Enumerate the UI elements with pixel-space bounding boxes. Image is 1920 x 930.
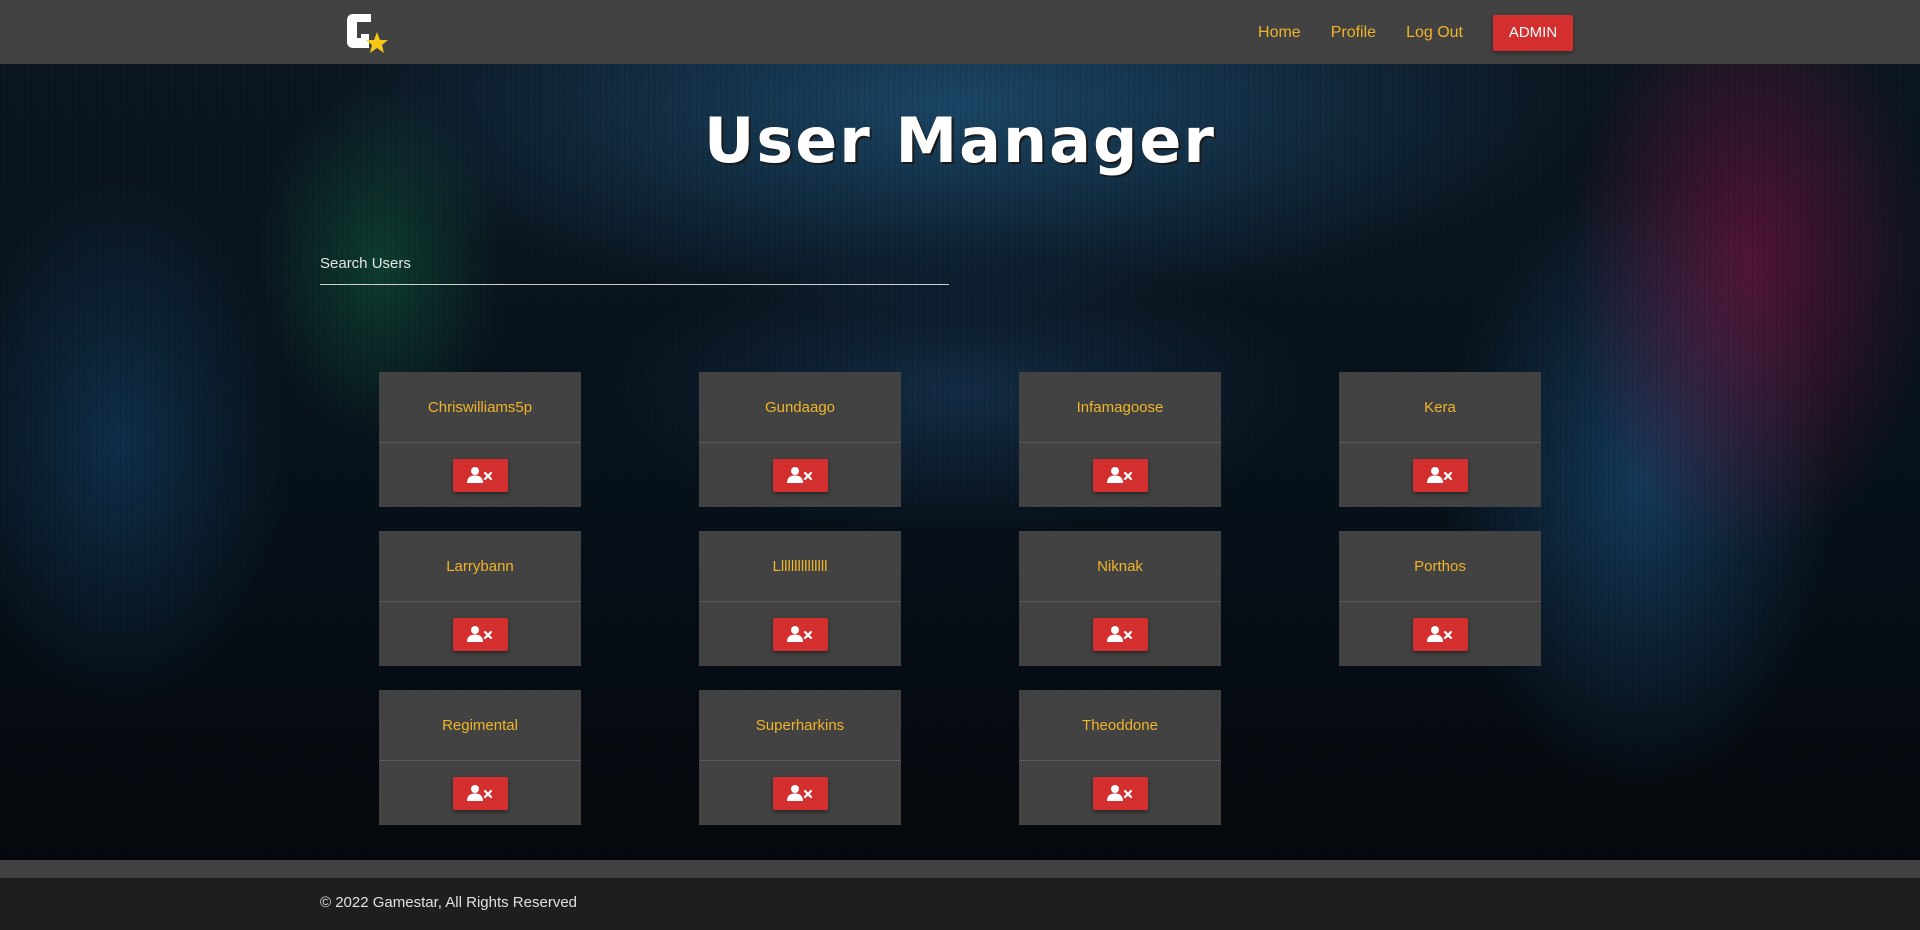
nav-profile-link[interactable]: Profile <box>1331 24 1376 42</box>
user-card: Porthos <box>1339 531 1541 666</box>
user-actions <box>1339 443 1541 507</box>
admin-button[interactable]: ADMIN <box>1493 15 1573 51</box>
user-card: Superharkins <box>699 690 901 825</box>
user-name: Kera <box>1339 372 1541 443</box>
page-title: User Manager <box>704 104 1216 177</box>
search-users-input[interactable] <box>320 244 949 282</box>
gamestar-logo-icon[interactable] <box>343 10 391 56</box>
user-name: Infamagoose <box>1019 372 1221 443</box>
remove-user-button[interactable] <box>772 458 828 492</box>
nav-home-link[interactable]: Home <box>1258 24 1301 42</box>
user-actions <box>379 761 581 825</box>
remove-user-button[interactable] <box>452 776 508 810</box>
nav-logout-link[interactable]: Log Out <box>1406 24 1463 42</box>
user-name: Gundaago <box>699 372 901 443</box>
remove-user-button[interactable] <box>1092 458 1148 492</box>
user-card: Gundaago <box>699 372 901 507</box>
remove-user-icon <box>467 785 493 801</box>
remove-user-icon <box>467 626 493 642</box>
user-name: Lllllllllllllll <box>699 531 901 602</box>
remove-user-icon <box>1427 626 1453 642</box>
remove-user-icon <box>1427 467 1453 483</box>
user-card: Larrybann <box>379 531 581 666</box>
remove-user-button[interactable] <box>1412 617 1468 651</box>
user-actions <box>1019 443 1221 507</box>
footer-divider <box>0 860 1920 878</box>
remove-user-button[interactable] <box>452 617 508 651</box>
user-actions <box>379 602 581 666</box>
remove-user-icon <box>787 626 813 642</box>
user-grid: Chriswilliams5p Gundaago Infamagoose Kera La… <box>379 372 1541 825</box>
user-actions <box>699 602 901 666</box>
user-actions <box>379 443 581 507</box>
top-navbar: Home Profile Log Out ADMIN <box>0 0 1920 64</box>
user-actions <box>699 443 901 507</box>
footer: © 2022 Gamestar, All Rights Reserved <box>0 878 1920 930</box>
remove-user-icon <box>1107 467 1133 483</box>
user-actions <box>1019 602 1221 666</box>
user-card: Regimental <box>379 690 581 825</box>
remove-user-button[interactable] <box>1412 458 1468 492</box>
user-actions <box>1339 602 1541 666</box>
user-name: Superharkins <box>699 690 901 761</box>
remove-user-button[interactable] <box>772 776 828 810</box>
remove-user-icon <box>1107 785 1133 801</box>
user-actions <box>699 761 901 825</box>
user-name: Porthos <box>1339 531 1541 602</box>
remove-user-icon <box>787 785 813 801</box>
user-name: Regimental <box>379 690 581 761</box>
remove-user-icon <box>1107 626 1133 642</box>
remove-user-button[interactable] <box>1092 776 1148 810</box>
user-name: Theoddone <box>1019 690 1221 761</box>
user-actions <box>1019 761 1221 825</box>
remove-user-button[interactable] <box>772 617 828 651</box>
user-name: Larrybann <box>379 531 581 602</box>
remove-user-icon <box>787 467 813 483</box>
user-card: Kera <box>1339 372 1541 507</box>
remove-user-button[interactable] <box>452 458 508 492</box>
remove-user-button[interactable] <box>1092 617 1148 651</box>
remove-user-icon <box>467 467 493 483</box>
search-field <box>320 244 949 285</box>
user-card: Lllllllllllllll <box>699 531 901 666</box>
user-name: Chriswilliams5p <box>379 372 581 443</box>
nav-links: Home Profile Log Out ADMIN <box>1228 15 1573 51</box>
user-name: Niknak <box>1019 531 1221 602</box>
hero-background: User Manager Chriswilliams5p Gundaago Infa… <box>0 64 1920 860</box>
user-card: Niknak <box>1019 531 1221 666</box>
footer-copyright: © 2022 Gamestar, All Rights Reserved <box>320 894 578 911</box>
user-card: Infamagoose <box>1019 372 1221 507</box>
user-card: Theoddone <box>1019 690 1221 825</box>
user-card: Chriswilliams5p <box>379 372 581 507</box>
